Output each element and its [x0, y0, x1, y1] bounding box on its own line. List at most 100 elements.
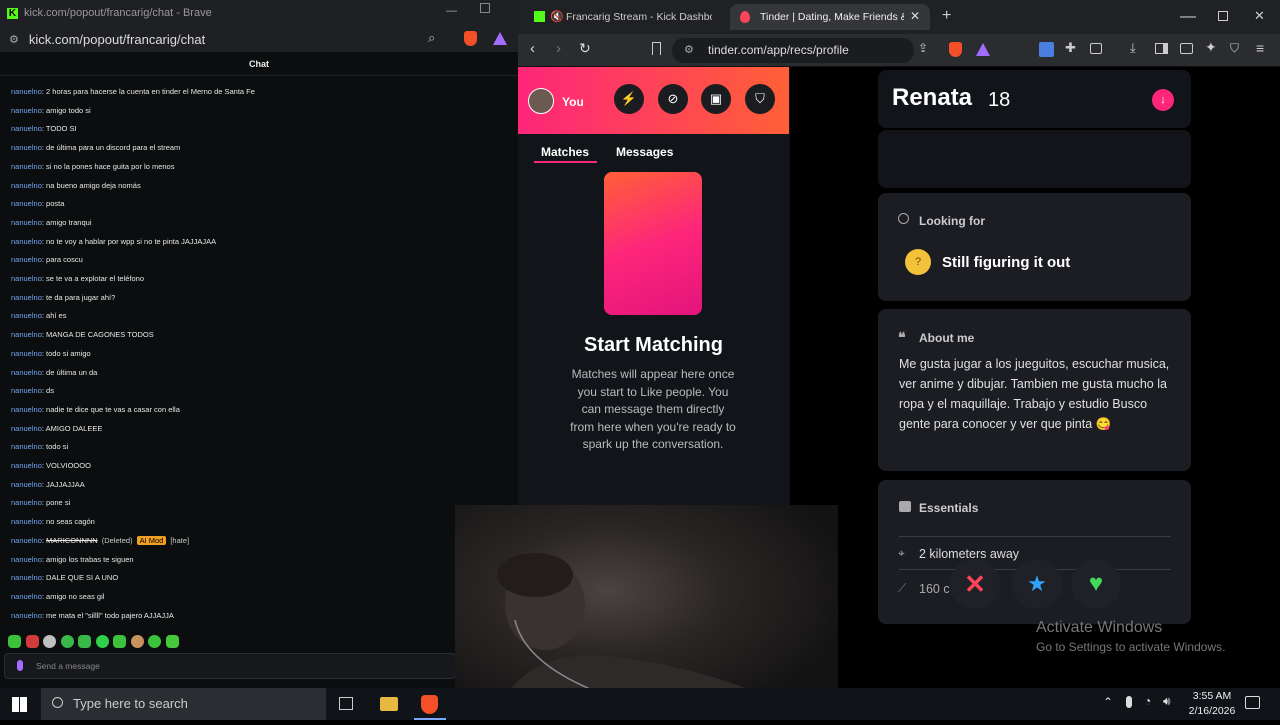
extensions-icon[interactable]: ✚ — [1065, 40, 1076, 56]
you-label[interactable]: You — [562, 95, 584, 109]
brave-rewards-icon[interactable] — [976, 43, 990, 56]
chat-username[interactable]: nanuelno — [11, 517, 42, 526]
chat-username[interactable]: nanuelno — [11, 536, 42, 545]
chat-username[interactable]: nanuelno — [11, 237, 42, 246]
emote-icon[interactable] — [61, 635, 74, 648]
chat-username[interactable]: nanuelno — [11, 368, 42, 377]
reload-icon[interactable]: ↻ — [579, 40, 591, 57]
emote-icon[interactable] — [96, 635, 109, 648]
leo-ai-icon[interactable]: ✦ — [1205, 39, 1217, 56]
forward-icon[interactable]: › — [556, 40, 561, 57]
microphone-tray-icon[interactable] — [1126, 696, 1132, 708]
task-view-icon[interactable] — [339, 697, 353, 710]
notification-icon[interactable] — [1245, 696, 1260, 709]
close-window-icon[interactable]: ✕ — [1254, 8, 1265, 24]
chat-username[interactable]: nanuelno — [11, 181, 42, 190]
briefcase-button[interactable]: ▣ — [701, 84, 731, 114]
menu-icon[interactable]: ≡ — [1256, 40, 1264, 56]
chat-username[interactable]: nanuelno — [11, 87, 42, 96]
chat-username[interactable]: nanuelno — [11, 461, 42, 470]
volume-icon[interactable]: 🔊︎ — [1163, 694, 1171, 709]
emote-icon[interactable] — [148, 635, 161, 648]
chat-username[interactable]: nanuelno — [11, 386, 42, 395]
chat-username[interactable]: nanuelno — [11, 293, 42, 302]
brave-shield-icon[interactable] — [464, 31, 477, 46]
clock-date[interactable]: 2/16/2026 — [1183, 705, 1241, 717]
chat-username[interactable]: nanuelno — [11, 555, 42, 564]
minimize-icon[interactable]: — — [1180, 8, 1196, 26]
windows-start-icon[interactable] — [12, 697, 27, 712]
maximize-icon[interactable] — [480, 3, 490, 13]
chat-username[interactable]: nanuelno — [11, 424, 42, 433]
safety-shield-button[interactable]: ⛉ — [745, 84, 775, 114]
tab-matches[interactable]: Matches — [541, 145, 589, 159]
chat-username[interactable]: nanuelno — [11, 573, 42, 582]
avatar[interactable] — [528, 88, 554, 114]
right-url[interactable]: tinder.com/app/recs/profile — [708, 43, 849, 57]
brave-rewards-icon[interactable] — [493, 32, 507, 45]
share-icon[interactable]: ⇪ — [918, 41, 928, 55]
chat-username[interactable]: nanuelno — [11, 255, 42, 264]
brave-taskbar-icon[interactable] — [421, 695, 438, 714]
emote-icon[interactable] — [26, 635, 39, 648]
brave-shield-icon[interactable] — [949, 42, 962, 57]
emote-icon[interactable] — [131, 635, 144, 648]
chat-username[interactable]: nanuelno — [11, 442, 42, 451]
chat-username[interactable]: nanuelno — [11, 498, 42, 507]
new-tab-icon[interactable]: + — [942, 7, 951, 25]
boost-button[interactable]: ⚡ — [614, 84, 644, 114]
screenshot-icon[interactable] — [1090, 43, 1102, 54]
chat-username[interactable]: nanuelno — [11, 349, 42, 358]
tab-tinder[interactable]: Tinder | Dating, Make Friends & M ✕ — [730, 4, 930, 30]
send-message-input[interactable]: Send a message — [36, 661, 100, 671]
chat-username[interactable]: nanuelno — [11, 311, 42, 320]
super-like-button[interactable]: ★ — [1012, 559, 1062, 609]
network-icon[interactable]: ◔ — [1144, 694, 1151, 708]
like-button[interactable]: ♥ — [1071, 559, 1121, 609]
emote-icon[interactable] — [113, 635, 126, 648]
emote-icon[interactable] — [43, 635, 56, 648]
show-hidden-icons[interactable]: ⌃ — [1103, 695, 1113, 709]
tab-messages[interactable]: Messages — [616, 145, 673, 159]
emote-icon[interactable] — [166, 635, 179, 648]
microphone-icon[interactable] — [17, 660, 23, 671]
close-tab-icon[interactable]: ✕ — [910, 9, 920, 23]
emote-icon[interactable] — [8, 635, 21, 648]
left-url[interactable]: kick.com/popout/francarig/chat — [29, 32, 205, 47]
mute-icon[interactable]: 🔇 — [550, 10, 564, 23]
bookmark-icon[interactable] — [652, 42, 661, 55]
chat-username[interactable]: nanuelno — [11, 330, 42, 339]
collapse-profile-icon[interactable]: ↓ — [1152, 89, 1174, 111]
nope-button[interactable]: ✕ — [950, 559, 1000, 609]
download-icon[interactable]: ⤓ — [1130, 40, 1136, 56]
chat-username[interactable]: nanuelno — [11, 274, 42, 283]
chat-username[interactable]: nanuelno — [11, 162, 42, 171]
site-info-icon[interactable]: ⚙ — [684, 38, 694, 63]
taskbar-search-box[interactable]: Type here to search — [41, 688, 326, 720]
chat-username[interactable]: nanuelno — [11, 611, 42, 620]
translate-icon[interactable] — [1039, 42, 1054, 57]
maximize-icon[interactable] — [1218, 11, 1228, 21]
emote-icon[interactable] — [78, 635, 91, 648]
taskbar-search-input[interactable]: Type here to search — [73, 696, 188, 711]
chat-username[interactable]: nanuelno — [11, 218, 42, 227]
vpn-icon[interactable]: ⛉ — [1230, 41, 1239, 56]
chat-username[interactable]: nanuelno — [11, 405, 42, 414]
back-icon[interactable]: ‹ — [530, 40, 535, 57]
right-address-field[interactable]: ⚙ tinder.com/app/recs/profile — [672, 38, 914, 63]
clock-time[interactable]: 3:55 AM — [1187, 690, 1237, 702]
chat-username[interactable]: nanuelno — [11, 199, 42, 208]
chat-username[interactable]: nanuelno — [11, 592, 42, 601]
chat-username[interactable]: nanuelno — [11, 124, 42, 133]
chat-username[interactable]: nanuelno — [11, 143, 42, 152]
zoom-icon[interactable]: ⌕ — [428, 30, 435, 46]
chat-username[interactable]: nanuelno — [11, 480, 42, 489]
explore-button[interactable]: ⊘ — [658, 84, 688, 114]
send-message-box[interactable]: Send a message — [4, 653, 456, 679]
site-settings-icon[interactable]: ⚙ — [9, 33, 19, 46]
sidebar-icon[interactable] — [1155, 43, 1168, 54]
file-explorer-icon[interactable] — [380, 697, 398, 711]
wallet-icon[interactable] — [1180, 43, 1193, 54]
chat-username[interactable]: nanuelno — [11, 106, 42, 115]
tab-kick-dashboard[interactable]: 🔇 Francarig Stream - Kick Dashboard — [526, 4, 716, 30]
